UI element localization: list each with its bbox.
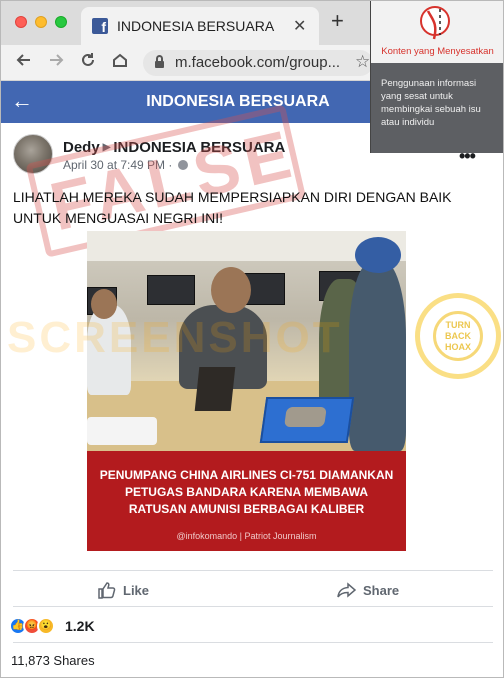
photo-scene (87, 231, 406, 451)
bookmark-star-icon[interactable]: ☆ (355, 52, 370, 72)
more-options-icon[interactable]: ••• (459, 146, 476, 167)
misinfo-warning-icon (420, 6, 450, 40)
reload-icon[interactable] (79, 51, 97, 74)
image-caption-banner: PENUMPANG CHINA AIRLINES CI-751 DIAMANKA… (87, 451, 406, 551)
reaction-count: 1.2K (65, 618, 95, 634)
divider (13, 570, 493, 571)
like-label: Like (123, 583, 150, 598)
forward-icon[interactable] (47, 51, 65, 74)
misinfo-description: Penggunaan informasi yang sesat untuk me… (381, 78, 481, 128)
tab-close-icon[interactable]: ✕ (293, 16, 306, 36)
address-bar[interactable]: m.facebook.com/group... (143, 50, 373, 76)
like-button[interactable]: Like (97, 581, 149, 599)
close-window-button[interactable] (15, 16, 27, 28)
divider (13, 642, 493, 643)
like-icon (98, 582, 116, 599)
misinfo-title: Konten yang Menyesatkan (381, 46, 494, 57)
browser-window: f INDONESIA BERSUARA ✕ + m.facebook.com/… (0, 0, 504, 678)
caret-right-icon: ▶ (102, 142, 111, 153)
url-text: m.facebook.com/group... (175, 54, 341, 71)
avatar[interactable] (13, 134, 53, 174)
home-icon[interactable] (111, 51, 129, 74)
author-line: Dedy ▶ INDONESIA BERSUARA (63, 139, 285, 156)
divider (13, 606, 493, 607)
share-label: Share (363, 583, 400, 598)
author-name[interactable]: Dedy (63, 139, 100, 156)
wow-reaction-icon: 😮 (37, 617, 55, 635)
back-icon[interactable] (15, 51, 33, 74)
turnbackhoax-seal: TURN BACK HOAX (415, 293, 501, 379)
minimize-window-button[interactable] (35, 16, 47, 28)
share-count[interactable]: 11,873 Shares (11, 653, 95, 668)
facebook-icon: f (92, 18, 108, 34)
browser-tab[interactable]: f INDONESIA BERSUARA ✕ (81, 7, 319, 45)
turnbackhoax-seal-text: TURN BACK HOAX (433, 311, 483, 361)
globe-icon (177, 160, 188, 170)
new-tab-button[interactable]: + (331, 10, 344, 32)
maximize-window-button[interactable] (55, 16, 67, 28)
image-caption: PENUMPANG CHINA AIRLINES CI-751 DIAMANKA… (99, 468, 394, 516)
lock-icon (155, 55, 164, 68)
misinfo-panel: Konten yang Menyesatkan Penggunaan infor… (370, 1, 503, 153)
share-icon (337, 582, 357, 598)
tab-title: INDONESIA BERSUARA (117, 18, 275, 34)
share-button[interactable]: Share (337, 581, 399, 599)
post-time-text: April 30 at 7:49 PM · (63, 158, 176, 172)
image-credit: @infokomando | Patriot Journalism (176, 531, 317, 541)
post-text: LIHATLAH MEREKA SUDAH MEMPERSIAPKAN DIRI… (13, 189, 452, 226)
post-timestamp[interactable]: April 30 at 7:49 PM · (63, 158, 188, 172)
group-name[interactable]: INDONESIA BERSUARA (113, 139, 285, 156)
post-image[interactable]: PENUMPANG CHINA AIRLINES CI-751 DIAMANKA… (87, 231, 406, 551)
